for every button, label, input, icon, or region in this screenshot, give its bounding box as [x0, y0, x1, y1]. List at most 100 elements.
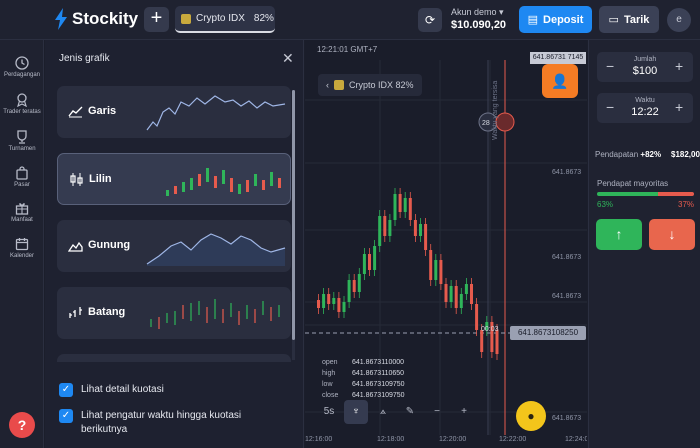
plus-icon[interactable]: + — [675, 58, 683, 74]
ohlc-row: high 641.8673110650 — [322, 370, 405, 377]
withdraw-button[interactable]: ▭ Tarik — [599, 6, 659, 33]
sidebar-item-top-traders[interactable]: Trader teratas — [0, 93, 44, 115]
candle-body — [393, 194, 397, 220]
plus-icon[interactable]: + — [675, 99, 683, 115]
chart-type-bar[interactable]: Batang — [57, 287, 291, 339]
sidebar-item-benefits[interactable]: Manfaat — [0, 201, 44, 223]
candle-body — [398, 194, 402, 212]
account-selector[interactable]: Akun demo ▾ $10.090,20 — [451, 7, 506, 31]
income-label: Pendapatan — [595, 150, 639, 159]
wallet-icon: ▤ — [527, 14, 539, 26]
chart-asset-chip[interactable]: ‹ Crypto IDX 82% — [318, 74, 422, 96]
candle-body — [373, 246, 377, 270]
time-tick: 12:20:00 — [439, 436, 466, 443]
candle-body — [413, 220, 417, 236]
checkbox-checked-icon[interactable]: ✓ — [59, 383, 73, 397]
candle-body — [368, 254, 371, 270]
candle-body — [459, 294, 463, 308]
candle-body — [424, 224, 428, 250]
mountain-preview-graphic — [146, 233, 286, 266]
top-bar: Stockity + Crypto IDX 82% ⟳ Akun demo ▾ … — [0, 0, 700, 40]
shopping-bag-icon — [16, 166, 28, 180]
compass-icon[interactable]: ⟑ — [371, 400, 395, 424]
candle-body — [362, 254, 366, 274]
crypto-icon — [181, 13, 191, 24]
price-tick: 641.8673 — [552, 293, 582, 300]
add-asset-button[interactable]: + — [144, 7, 169, 32]
candle-body — [327, 294, 331, 304]
clock-icon — [15, 56, 29, 70]
server-time: 12:21:01 GMT+7 — [317, 45, 378, 54]
chart-type-mountain[interactable]: Gunung — [57, 220, 291, 272]
asset-tab[interactable]: Crypto IDX 82% — [175, 6, 275, 33]
price-chart[interactable]: 00:03 28 12:16:00 12:18:00 12:20:00 12:22:00 1… — [305, 40, 587, 448]
sidebar-item-tournaments[interactable]: Turnamen — [0, 130, 44, 152]
sidebar-item-market[interactable]: Pasar — [0, 166, 44, 188]
price-axis: 641.8673 641.8673 641.8673 641.8673 — [548, 40, 588, 448]
coin-icon[interactable]: ● — [516, 401, 546, 431]
candles-icon[interactable]: ♆ — [344, 400, 368, 424]
candle-body — [352, 280, 356, 292]
majority-up-bar — [597, 192, 658, 196]
help-button[interactable]: ? — [9, 412, 35, 438]
candle-body — [332, 298, 336, 304]
trophy-icon — [17, 130, 27, 144]
switch-account-button[interactable]: ⟳ — [418, 8, 442, 32]
close-icon[interactable]: ✕ — [282, 50, 294, 67]
candle-body — [464, 284, 468, 294]
candle-body — [434, 260, 438, 280]
chart-type-label: Lilin — [89, 173, 112, 185]
mountain-chart-icon — [68, 241, 83, 252]
sidebar-item-trading[interactable]: Perdagangan — [0, 56, 44, 78]
sidebar: Perdagangan Trader teratas Turnamen Pasa… — [0, 40, 44, 448]
sell-down-button[interactable]: ↓ — [649, 219, 695, 250]
withdraw-label: Tarik — [623, 13, 650, 26]
zoom-out-button[interactable]: − — [425, 400, 449, 424]
line-chart-icon — [68, 106, 83, 118]
chart-type-candle[interactable]: Lilin — [57, 153, 291, 205]
candle-body — [495, 330, 499, 354]
zoom-in-button[interactable]: + — [452, 400, 476, 424]
chart-toolbar: 5s ♆ ⟑ ✎ − + — [317, 400, 476, 424]
option-quote-details[interactable]: ✓ Lihat detail kuotasi — [59, 383, 164, 397]
candle-body — [378, 216, 382, 246]
candle-body — [383, 216, 387, 236]
amount-stepper[interactable]: − Jumlah $100 + — [597, 52, 693, 82]
logo[interactable]: Stockity — [54, 8, 138, 30]
avatar[interactable]: e — [667, 8, 691, 32]
sidebar-item-label: Manfaat — [11, 217, 33, 223]
quote-details: open 641.8673110000 high 641.8673110650 lo… — [322, 357, 405, 401]
account-balance: $10.090,20 — [451, 19, 507, 31]
current-price-tag: 641.8673108250 — [510, 326, 586, 340]
ohlc-row: open 641.8673110000 — [322, 359, 405, 366]
candle-body — [342, 302, 346, 312]
candle-body — [347, 280, 351, 302]
checkbox-checked-icon[interactable]: ✓ — [59, 409, 73, 423]
option-quote-timer[interactable]: ✓ Lihat pengatur waktu hingga kuotasi be… — [59, 409, 259, 437]
candle-body — [419, 224, 422, 236]
timeframe-button[interactable]: 5s — [317, 400, 341, 424]
ohlc-row: low 641.8673109750 — [322, 381, 405, 388]
sidebar-item-label: Perdagangan — [3, 72, 41, 78]
panel-title: Jenis grafik — [59, 53, 110, 64]
scrollbar-thumb[interactable] — [292, 90, 295, 340]
buy-up-button[interactable]: ↑ — [596, 219, 642, 250]
candle-preview-graphic — [166, 168, 281, 196]
sidebar-item-label: Turnamen — [8, 146, 36, 152]
time-stepper[interactable]: − Waktu 12:22 + — [597, 93, 693, 123]
candle-body — [449, 286, 453, 302]
crypto-icon — [334, 80, 344, 90]
option-label: Lihat pengatur waktu hingga kuotasi beri… — [81, 410, 242, 435]
sidebar-item-calendar[interactable]: Kalender — [0, 237, 44, 259]
pencil-icon[interactable]: ✎ — [398, 400, 422, 424]
chart-type-line[interactable]: Garis — [57, 86, 291, 138]
candle-body — [357, 274, 361, 292]
deposit-button[interactable]: ▤ Deposit — [519, 6, 592, 33]
chart-type-label: Batang — [88, 306, 126, 318]
deposit-label: Deposit — [543, 13, 584, 26]
chart-type-label: Garis — [88, 105, 117, 117]
candle-body — [454, 286, 458, 308]
income-amount: $182,00 — [671, 150, 700, 159]
price-tick: 641.8673 — [552, 415, 582, 422]
candle-body — [475, 304, 479, 330]
